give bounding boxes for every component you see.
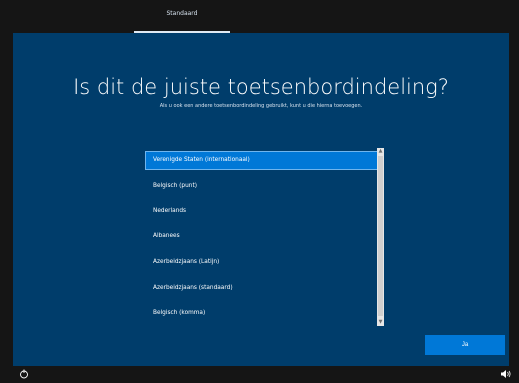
scroll-down-icon[interactable]: ▼	[377, 319, 384, 326]
volume-icon[interactable]	[500, 369, 512, 379]
list-scrollbar[interactable]: ▲ ▼	[377, 148, 384, 326]
list-item[interactable]: Azerbeidzjaans (standaard)	[146, 280, 379, 297]
scrollbar-thumb[interactable]	[378, 156, 383, 316]
list-item[interactable]: Azerbeidzjaans (Latijn)	[146, 254, 379, 271]
accessibility-icon[interactable]	[19, 369, 29, 379]
top-bar: Standaard	[0, 0, 519, 33]
list-item[interactable]: Belgisch (punt)	[146, 178, 379, 195]
scroll-up-icon[interactable]: ▲	[377, 148, 384, 155]
list-item[interactable]: Nederlands	[146, 203, 379, 220]
tab-standaard[interactable]: Standaard	[134, 0, 230, 33]
oobe-panel: Is dit de juiste toetsenbordindeling? Al…	[13, 33, 509, 366]
page-title: Is dit de juiste toetsenbordindeling?	[73, 75, 449, 99]
keyboard-layout-list[interactable]: Verenigde Staten (internationaal) Belgis…	[145, 147, 389, 327]
list-item[interactable]: Albanees	[146, 228, 379, 245]
yes-button[interactable]: Ja	[425, 335, 505, 355]
list-item-selected[interactable]: Verenigde Staten (internationaal)	[145, 151, 380, 170]
list-item[interactable]: Belgisch (komma)	[146, 305, 379, 322]
page-subtitle: Als u ook een andere toetsenbordindeling…	[159, 103, 363, 109]
bottom-bar	[0, 366, 519, 383]
